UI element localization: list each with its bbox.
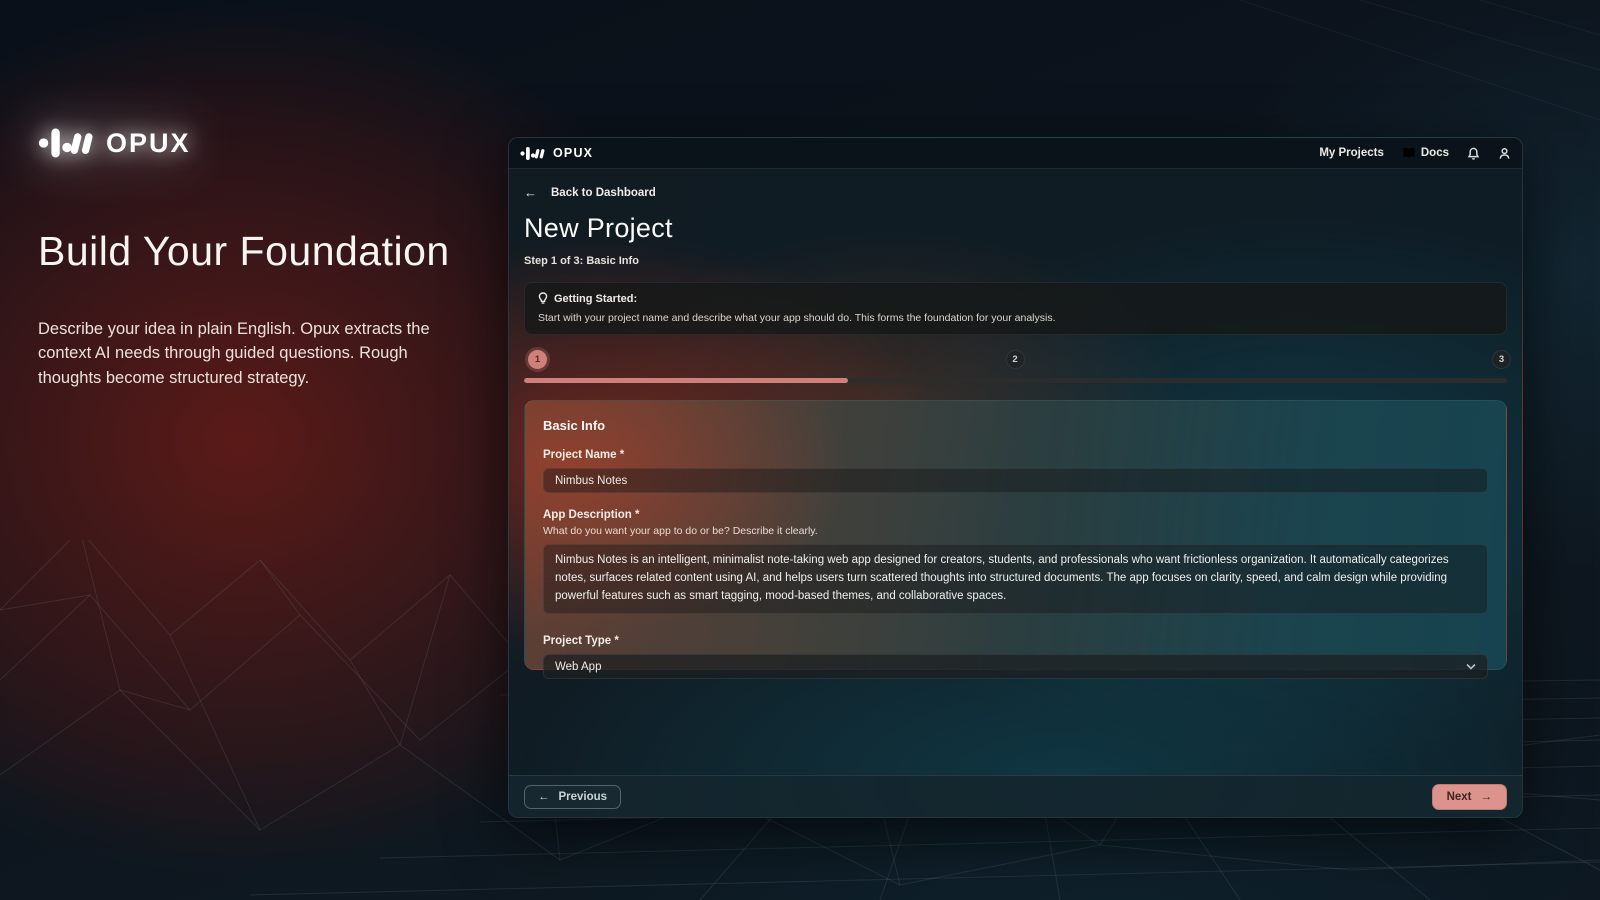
next-label: Next bbox=[1447, 791, 1472, 803]
hero-logo: OPUX bbox=[38, 126, 478, 160]
previous-label: Previous bbox=[559, 791, 608, 803]
nav-docs[interactable]: Docs bbox=[1402, 147, 1449, 159]
project-name-input[interactable] bbox=[543, 468, 1488, 493]
tip-title-row: Getting Started: bbox=[538, 292, 1493, 305]
project-type-label: Project Type * bbox=[543, 635, 1488, 647]
project-name-label: Project Name * bbox=[543, 449, 1488, 461]
step-dot-2[interactable]: 2 bbox=[1006, 350, 1025, 369]
opux-logo-icon bbox=[38, 126, 96, 160]
app-description-help: What do you want your app to do or be? D… bbox=[543, 525, 1488, 537]
step-dot-3[interactable]: 3 bbox=[1492, 350, 1511, 369]
lightbulb-icon bbox=[538, 292, 548, 305]
nav-docs-label: Docs bbox=[1421, 147, 1449, 159]
notifications-button[interactable] bbox=[1467, 147, 1480, 160]
chevron-down-icon bbox=[1466, 663, 1476, 670]
arrow-right-icon: → bbox=[1481, 791, 1493, 803]
hero-description: Describe your idea in plain English. Opu… bbox=[38, 317, 468, 390]
window-header: OPUX My Projects Docs bbox=[509, 138, 1522, 169]
nav-my-projects[interactable]: My Projects bbox=[1319, 147, 1384, 159]
progress-fill bbox=[524, 378, 848, 383]
step-indicator-label: Step 1 of 3: Basic Info bbox=[524, 255, 1507, 267]
back-label: Back to Dashboard bbox=[551, 187, 656, 199]
window-nav: My Projects Docs bbox=[1319, 147, 1511, 160]
progress-bar-track bbox=[524, 378, 1507, 383]
opux-logo-icon bbox=[520, 146, 546, 161]
window-brand[interactable]: OPUX bbox=[520, 146, 593, 161]
bell-icon bbox=[1467, 147, 1480, 160]
arrow-left-icon: ← bbox=[538, 791, 550, 803]
brand-name: OPUX bbox=[106, 128, 191, 159]
project-type-value: Web App bbox=[555, 661, 601, 673]
tip-title: Getting Started: bbox=[554, 293, 637, 305]
app-window: OPUX My Projects Docs bbox=[508, 137, 1523, 818]
app-description-label: App Description * bbox=[543, 509, 1488, 521]
previous-button[interactable]: ← Previous bbox=[524, 785, 621, 809]
wizard-steps: 1 2 3 bbox=[524, 350, 1507, 370]
next-button[interactable]: Next → bbox=[1432, 784, 1507, 810]
basic-info-card: Basic Info Project Name * App Descriptio… bbox=[524, 400, 1507, 670]
project-type-select[interactable]: Web App bbox=[543, 654, 1488, 679]
user-icon bbox=[1498, 147, 1511, 160]
account-button[interactable] bbox=[1498, 147, 1511, 160]
book-icon bbox=[1402, 147, 1416, 159]
wireframe-corner bbox=[1180, 0, 1600, 160]
step-dot-1[interactable]: 1 bbox=[528, 350, 547, 369]
window-brand-name: OPUX bbox=[553, 146, 593, 160]
hero-panel: OPUX Build Your Foundation Describe your… bbox=[38, 126, 478, 390]
card-title: Basic Info bbox=[543, 418, 1488, 433]
getting-started-tip: Getting Started: Start with your project… bbox=[524, 282, 1507, 335]
tip-body: Start with your project name and describ… bbox=[538, 312, 1493, 324]
hero-heading: Build Your Foundation bbox=[38, 228, 478, 275]
back-to-dashboard-link[interactable]: ← Back to Dashboard bbox=[524, 185, 1507, 200]
app-description-textarea[interactable]: Nimbus Notes is an intelligent, minimali… bbox=[543, 544, 1488, 614]
window-body: ← Back to Dashboard New Project Step 1 o… bbox=[509, 185, 1522, 670]
page-title: New Project bbox=[524, 213, 1507, 244]
wizard-footer: ← Previous Next → bbox=[509, 775, 1522, 817]
arrow-left-icon: ← bbox=[524, 185, 537, 200]
